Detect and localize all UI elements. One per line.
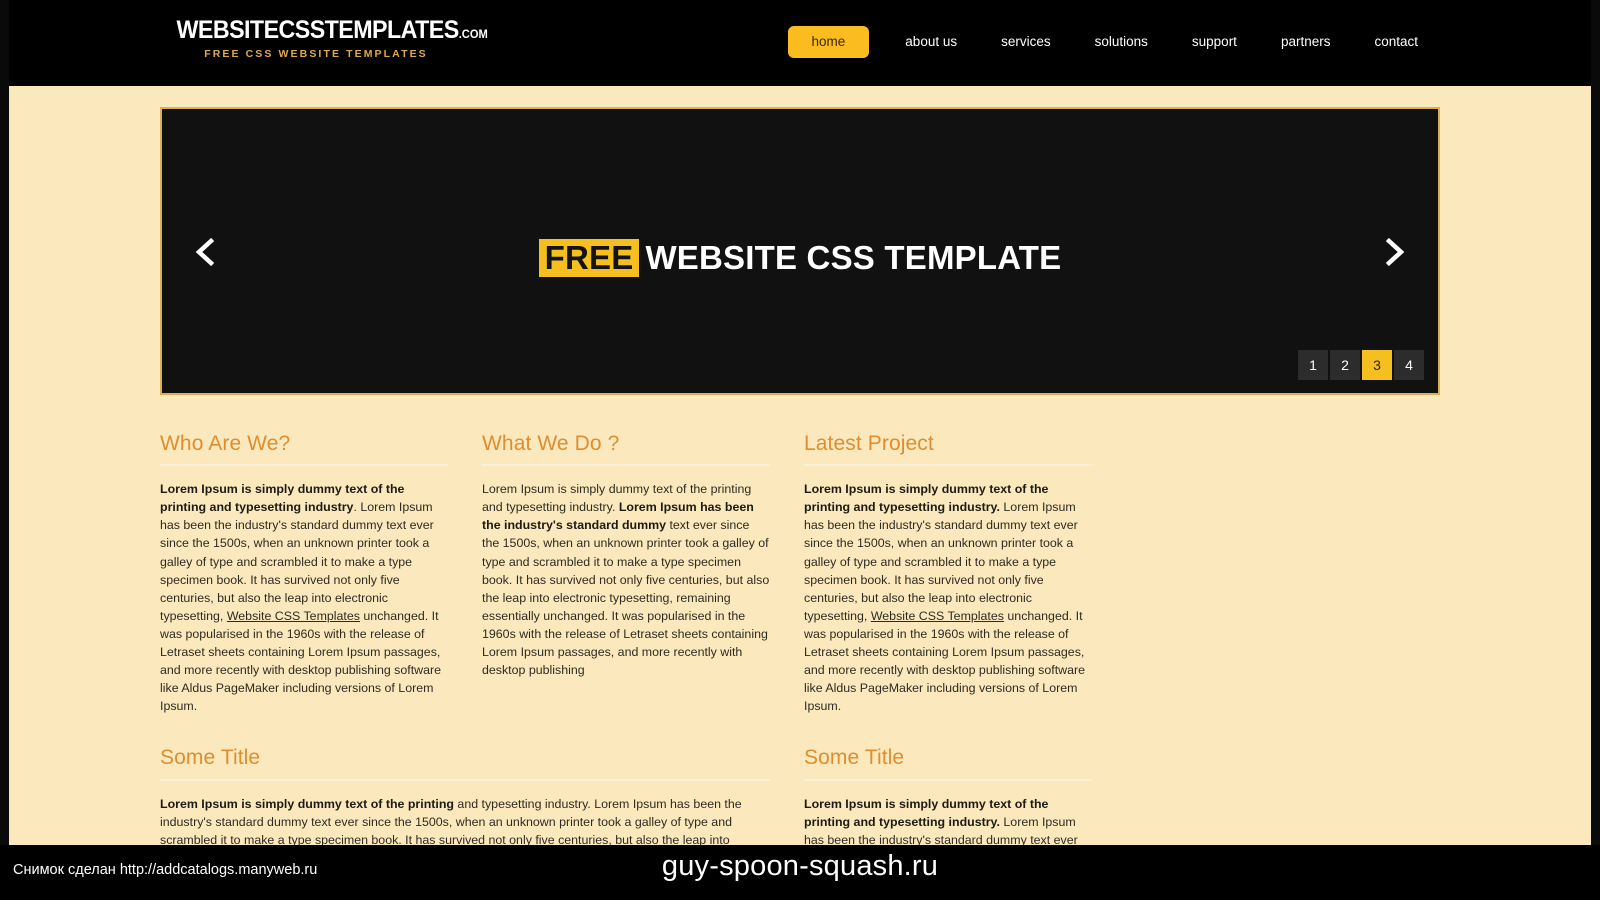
inline-link-website-css-templates[interactable]: Website CSS Templates [871, 609, 1004, 623]
section-divider [482, 464, 770, 467]
nav-item-solutions[interactable]: solutions [1073, 26, 1170, 58]
slider-page-2[interactable]: 2 [1330, 350, 1360, 380]
hero-headline-highlight: FREE [538, 239, 640, 277]
section-title-what-we-do: What We Do ? [482, 432, 620, 455]
column-middle: What We Do ? Lorem Ipsum is simply dummy… [482, 431, 770, 885]
slider-page-1[interactable]: 1 [1298, 350, 1328, 380]
page-left-edge [0, 0, 9, 900]
slider-next-button[interactable] [1378, 235, 1412, 269]
hero-slider: FREE WEBSITE CSS TEMPLATE 1 2 3 4 [160, 107, 1440, 395]
section-body-latest-project: Lorem Ipsum is simply dummy text of the … [804, 480, 1092, 715]
column-right: Latest Project Lorem Ipsum is simply dum… [804, 431, 1092, 885]
section-title-some-title-left: Some Title [160, 746, 261, 770]
nav-item-services[interactable]: services [979, 26, 1073, 58]
slider-page-4[interactable]: 4 [1394, 350, 1424, 380]
body-text-part-1: . Lorem Ipsum has been the industry's st… [160, 500, 434, 623]
page-root: WEBSITECSSTEMPLATES.COM FREE CSS WEBSITE… [0, 0, 1600, 900]
slider-page-3[interactable]: 3 [1362, 350, 1392, 380]
section-divider [160, 464, 448, 467]
section-body-what-we-do: Lorem Ipsum is simply dummy text of the … [482, 480, 770, 679]
site-logo[interactable]: WEBSITECSSTEMPLATES.COM FREE CSS WEBSITE… [166, 16, 488, 60]
header-inner: WEBSITECSSTEMPLATES.COM FREE CSS WEBSITE… [160, 0, 1440, 86]
main-navigation: home about us services solutions support… [787, 26, 1440, 58]
column-spacer [804, 715, 1092, 745]
body-text-part-1: Lorem Ipsum has been the industry's stan… [804, 500, 1078, 623]
logo-tagline: FREE CSS WEBSITE TEMPLATES [204, 48, 428, 60]
section-divider [804, 778, 1092, 781]
watermark-text: guy-spoon-squash.ru [661, 850, 939, 882]
body-text-part-2: unchanged. It was popularised in the 196… [804, 608, 1086, 714]
column-spacer [160, 715, 448, 745]
slider-pagination: 1 2 3 4 [1298, 350, 1424, 380]
body-text-part-2: unchanged. It was popularised in the 196… [160, 608, 442, 714]
section-divider [804, 464, 1092, 467]
hero-headline-rest: WEBSITE CSS TEMPLATE [645, 239, 1062, 276]
nav-item-about-us[interactable]: about us [883, 26, 979, 58]
site-header: WEBSITECSSTEMPLATES.COM FREE CSS WEBSITE… [0, 0, 1600, 86]
page-content: FREE WEBSITE CSS TEMPLATE 1 2 3 4 Who Ar… [160, 86, 1440, 885]
logo-dotcom: .COM [458, 27, 488, 41]
nav-item-partners[interactable]: partners [1259, 26, 1353, 58]
nav-item-contact[interactable]: contact [1352, 26, 1440, 58]
nav-item-home[interactable]: home [787, 26, 870, 58]
page-right-edge [1591, 0, 1600, 900]
chevron-right-icon [1383, 237, 1407, 267]
inline-link-website-css-templates[interactable]: Website CSS Templates [227, 609, 360, 623]
logo-wordmark-text: WEBSITECSSTEMPLATES [176, 16, 460, 44]
content-columns: Who Are We? Lorem Ipsum is simply dummy … [160, 431, 1440, 885]
body-text-part-2: text ever since the 1500s, when an unkno… [482, 518, 770, 678]
section-title-latest-project: Latest Project [804, 432, 934, 455]
column-left: Who Are We? Lorem Ipsum is simply dummy … [160, 431, 770, 885]
section-body-who-are-we: Lorem Ipsum is simply dummy text of the … [160, 480, 448, 715]
hero-headline: FREE WEBSITE CSS TEMPLATE [162, 239, 1438, 277]
section-title-some-title-right: Some Title [804, 746, 905, 770]
section-title-who-are-we: Who Are We? [160, 432, 291, 455]
screenshot-overlay-bar: Снимок сделан http://addcatalogs.manyweb… [0, 845, 1600, 900]
logo-wordmark: WEBSITECSSTEMPLATES.COM [176, 16, 488, 44]
body-bold-lead: Lorem Ipsum is simply dummy text of the … [160, 796, 454, 811]
nav-item-support[interactable]: support [1170, 26, 1259, 58]
